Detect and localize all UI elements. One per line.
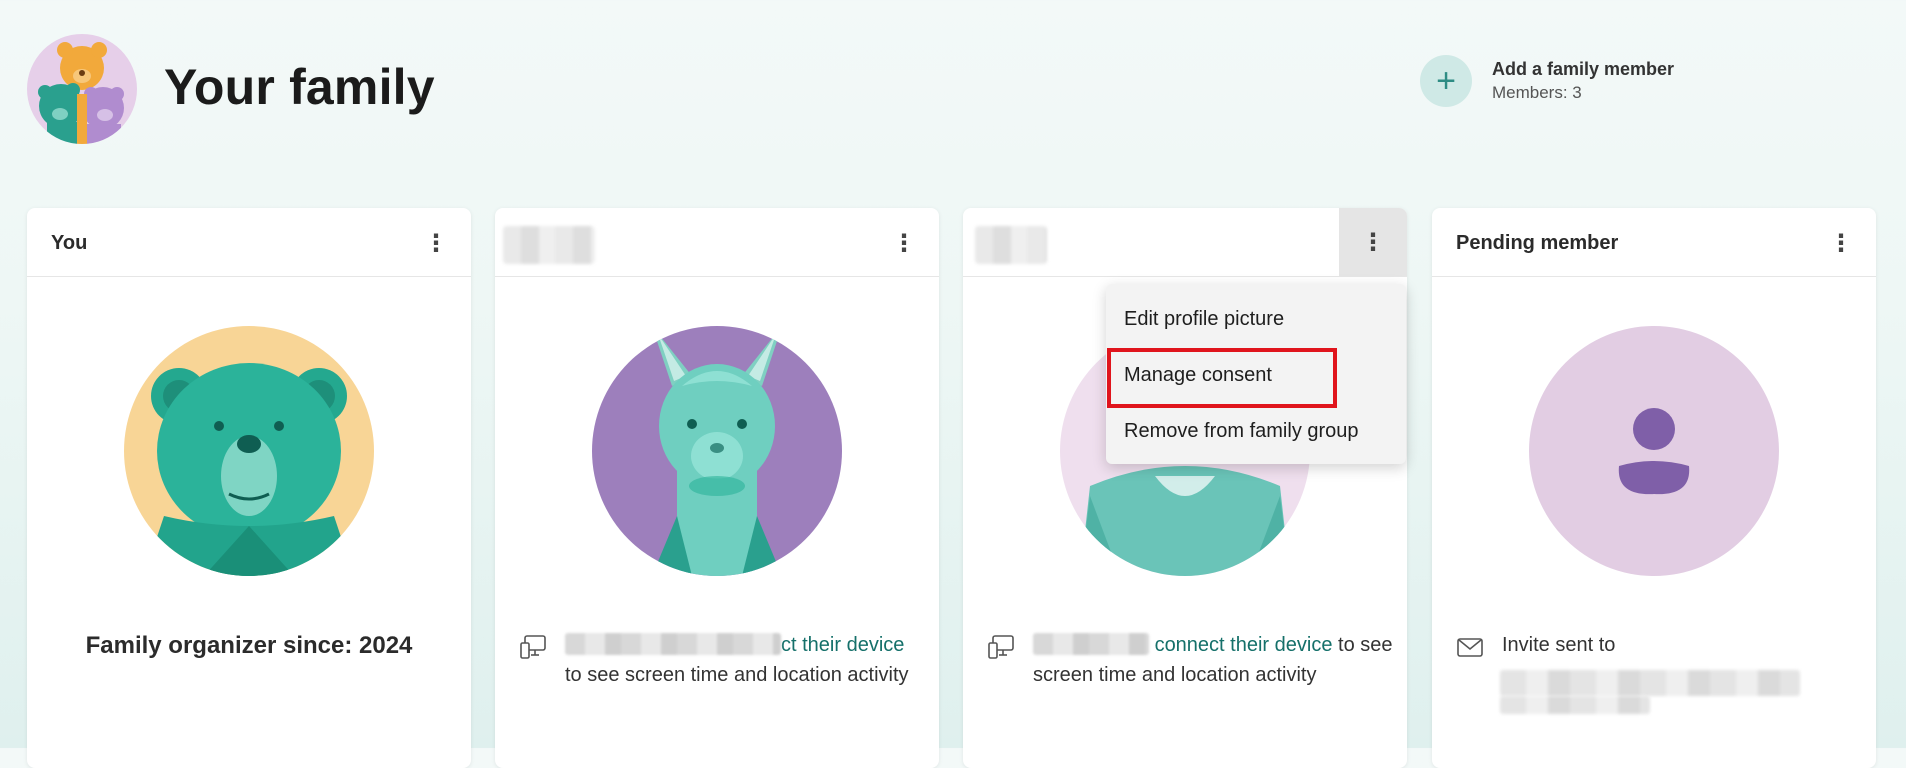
member-card-pending: Pending member ⋮ Invite sent to: [1432, 208, 1876, 768]
add-member-label: Add a family member: [1492, 59, 1675, 79]
family-avatar: [27, 34, 137, 144]
menu-edit-profile-picture[interactable]: Edit profile picture: [1124, 308, 1284, 331]
member-card-you: You ⋮ Family organizer since: 2024: [27, 208, 471, 768]
more-vertical-icon[interactable]: ⋮: [421, 226, 451, 260]
redacted-email: [1500, 696, 1650, 714]
mail-icon: [1457, 638, 1483, 657]
member-name-redacted: [503, 226, 595, 264]
highlight-box: [1107, 348, 1337, 408]
connect-device-link[interactable]: connect their device: [1155, 634, 1333, 656]
menu-remove-from-family[interactable]: Remove from family group: [1124, 420, 1359, 443]
device-row-text: to see screen time and location activity: [565, 664, 909, 686]
member-avatar-llama: [592, 326, 842, 576]
plus-icon: +: [1420, 55, 1472, 107]
member-name-redacted: [975, 226, 1047, 264]
organizer-text: Family organizer since: 2024: [85, 632, 413, 659]
invite-text: Invite sent to: [1502, 634, 1616, 656]
person-icon: [1529, 326, 1779, 576]
card-title: You: [51, 232, 88, 254]
bear-family-icon: [38, 42, 124, 144]
redacted-email: [1500, 670, 1800, 696]
more-vertical-icon[interactable]: ⋮: [889, 226, 919, 260]
members-count: Members: 3: [1492, 83, 1582, 102]
page-title: Your family: [164, 59, 435, 115]
member-avatar-bear: [124, 326, 374, 576]
connect-device-link[interactable]: ct their device: [781, 634, 904, 656]
pending-avatar: [1529, 326, 1779, 576]
add-family-member-button[interactable]: + Add a family member Members: 3: [1420, 55, 1674, 107]
more-vertical-icon[interactable]: ⋮: [1826, 226, 1856, 260]
member-card-2: ⋮ ct their device to see screen time and…: [495, 208, 939, 768]
card-title: Pending member: [1456, 232, 1619, 254]
redacted-text: [1033, 633, 1149, 655]
more-vertical-icon[interactable]: ⋮: [1339, 208, 1407, 276]
device-icon: [988, 635, 1014, 659]
device-icon: [520, 635, 546, 659]
redacted-text: [565, 633, 781, 655]
